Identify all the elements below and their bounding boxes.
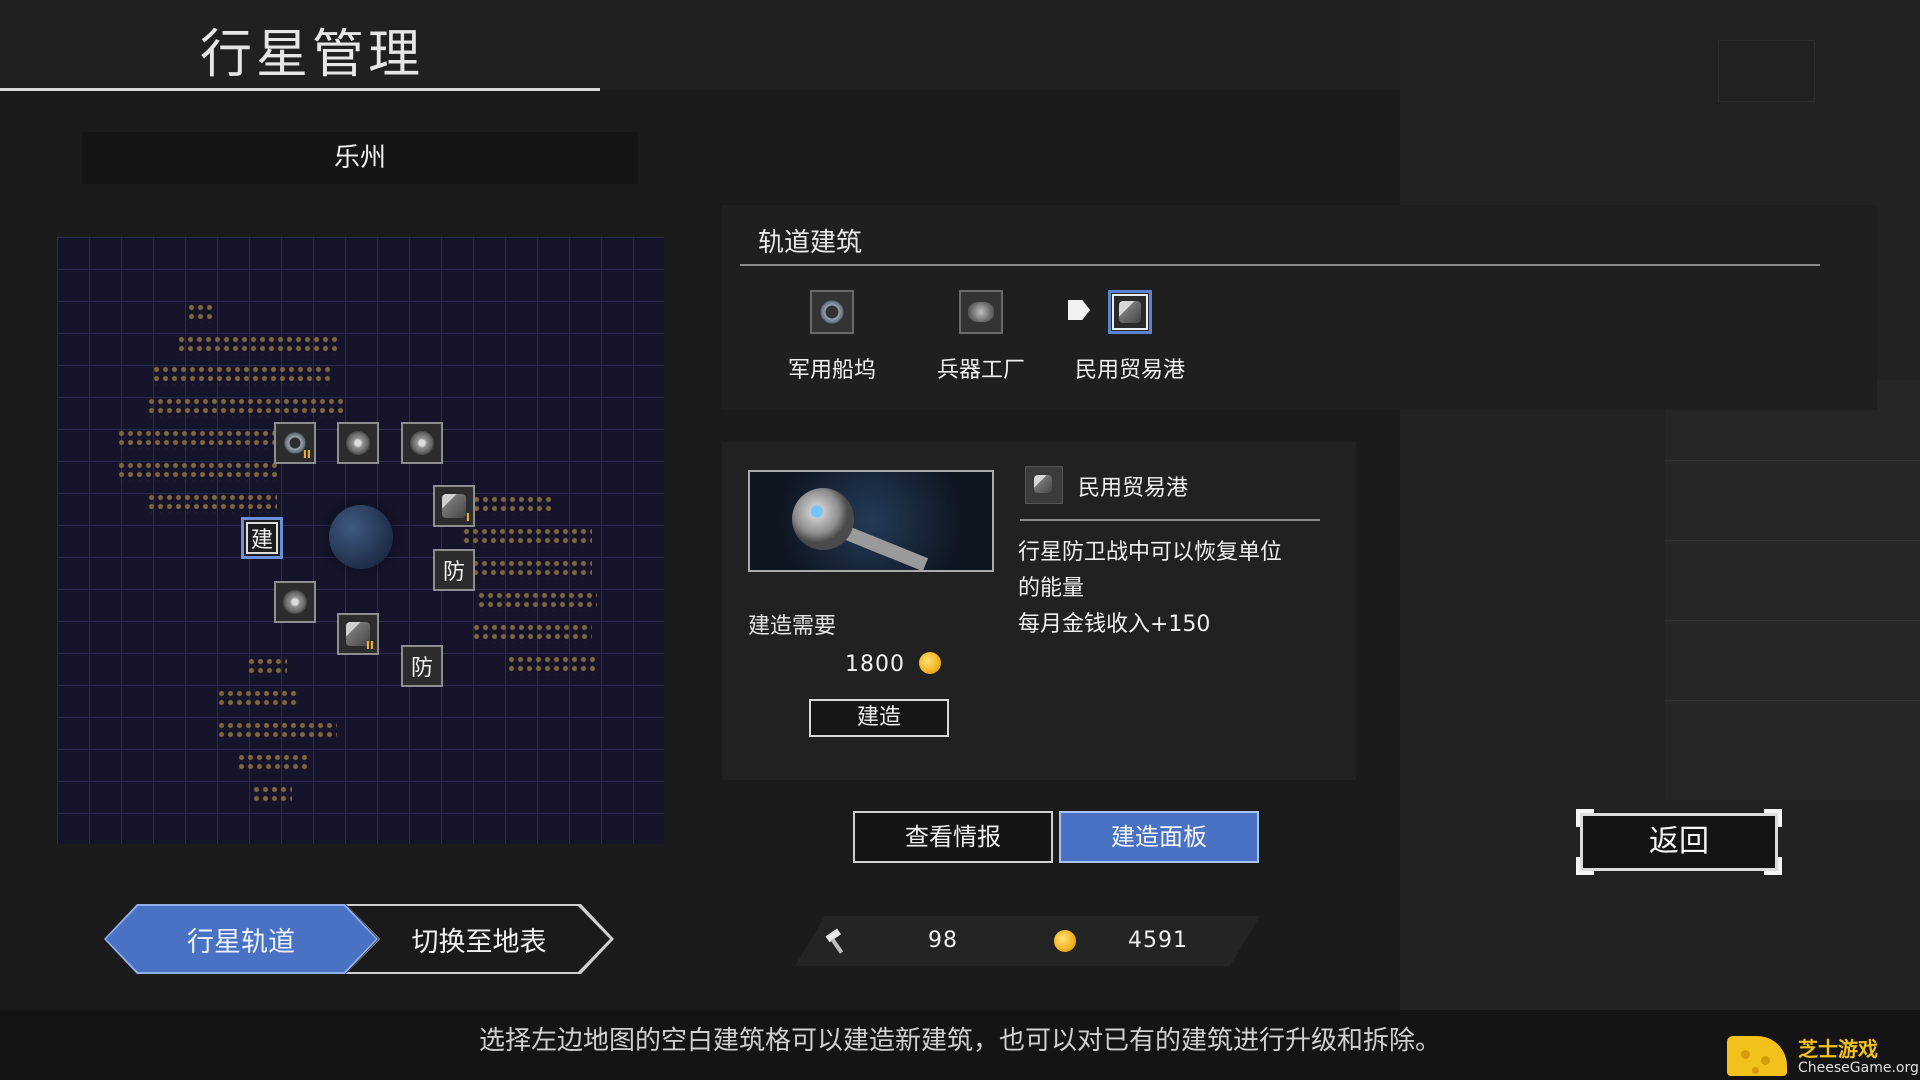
asteroid-field [187,303,213,323]
back-button[interactable]: 返回 [1580,813,1778,871]
corner-decoration [1576,857,1594,875]
map-building-slot[interactable] [401,422,443,464]
map-building-slot[interactable]: II [337,613,379,655]
title-underline [0,88,600,91]
detail-divider [1020,519,1320,521]
detail-desc-line: 的能量 [1018,576,1085,601]
coin-icon [919,652,941,674]
trade-port-label[interactable]: 民用贸易港 [1055,352,1205,384]
planet-name: 乐州 [333,143,386,173]
orbital-panel-divider [740,264,1820,266]
planet-sphere [329,505,393,569]
tab-view-intel[interactable]: 查看情报 [853,811,1053,863]
asteroid-field [147,493,277,513]
watermark-cn: 芝士游戏 [1798,1037,1878,1061]
trade-port-icon [442,494,466,518]
gear-icon [410,431,434,455]
build-cost: 1800 [845,652,941,677]
map-defense-slot[interactable]: 防 [433,549,475,591]
asteroid-field [252,785,292,805]
watermark-en: CheeseGame.org [1798,1060,1919,1076]
trade-port-icon[interactable] [1108,290,1152,334]
asteroid-field [462,527,592,547]
planet-orbit-map[interactable]: II I 建 防 II 防 [57,237,664,844]
map-build-slot-selected[interactable]: 建 [241,517,283,559]
trade-port-icon [1025,466,1063,504]
corner-decoration [1764,857,1782,875]
asteroid-field [217,689,297,709]
asteroid-field [177,335,337,355]
hammer-icon [825,928,844,954]
weapon-factory-icon[interactable] [959,290,1003,334]
asteroid-field [117,461,277,481]
asteroid-field [477,591,597,611]
map-building-slot[interactable] [274,581,316,623]
asteroid-field [237,753,307,773]
gear-icon [283,590,307,614]
background-divider [1665,700,1920,701]
money-value: 4591 [1128,928,1188,953]
orbital-panel-title: 轨道建筑 [758,228,863,258]
gear-icon [346,431,370,455]
production-value: 98 [928,928,958,953]
corner-decoration [1576,809,1594,827]
tab-planet-orbit[interactable]: 行星轨道 [106,906,376,972]
asteroid-field [507,655,597,675]
detail-description: 行星防卫战中可以恢复单位 的能量 每月金钱收入+150 [1018,535,1328,643]
background-divider [1665,620,1920,621]
asteroid-field [472,623,592,643]
requirement-label: 建造需要 [748,614,837,639]
rank-badge: II [302,448,311,461]
weapon-factory-label[interactable]: 兵器工厂 [906,352,1056,384]
asteroid-field [472,495,552,515]
rank-badge: I [465,511,470,524]
background-top-box [1718,40,1815,102]
tab-switch-surface[interactable]: 切换至地表 [348,906,610,972]
asteroid-field [247,657,287,677]
hint-text: 选择左边地图的空白建筑格可以建造新建筑，也可以对已有的建筑进行升级和拆除。 [478,1026,1441,1056]
corner-decoration [1764,809,1782,827]
asteroid-field [217,721,337,741]
asteroid-field [152,365,332,385]
map-defense-slot[interactable]: 防 [401,645,443,687]
map-building-slot[interactable]: II [274,422,316,464]
background-city-list [1665,380,1920,800]
rank-badge: II [365,639,374,652]
detail-building-name: 民用贸易港 [1078,476,1189,501]
detail-desc-line: 行星防卫战中可以恢复单位 [1018,540,1283,565]
shipyard-icon[interactable] [810,290,854,334]
trade-port-illustration [748,470,994,572]
build-button[interactable]: 建造 [809,699,949,737]
asteroid-field [147,397,347,417]
map-building-slot[interactable] [337,422,379,464]
cost-value: 1800 [845,652,905,677]
page-title: 行星管理 [200,25,425,85]
background-divider [1665,460,1920,461]
asteroid-field [117,429,287,449]
tab-build-panel[interactable]: 建造面板 [1059,811,1259,863]
map-building-slot[interactable]: I [433,485,475,527]
coin-icon [1054,930,1076,952]
background-divider [1665,540,1920,541]
detail-income: 每月金钱收入+150 [1018,612,1211,637]
shipyard-label[interactable]: 军用船坞 [757,352,907,384]
asteroid-field [462,559,592,579]
